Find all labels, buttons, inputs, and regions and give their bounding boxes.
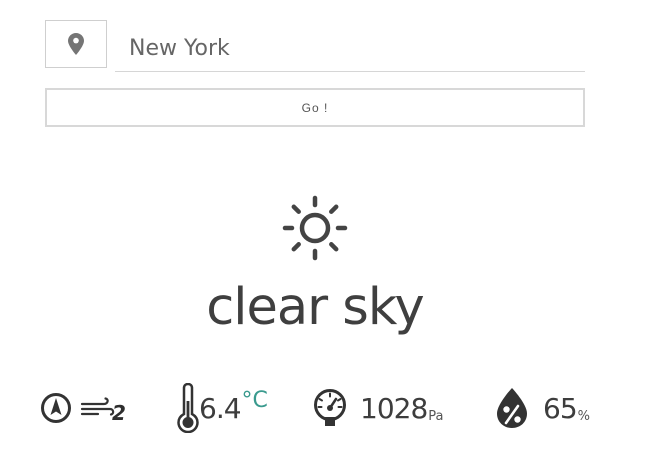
city-search-input[interactable]: [115, 26, 585, 72]
temperature-value: 6.4: [199, 391, 242, 425]
gauge-icon: [314, 389, 346, 426]
temperature-unit: °C: [241, 388, 268, 413]
weather-stats: 2 6.4 °C 1028 Pa 65 %: [0, 380, 650, 436]
pressure-unit: Pa: [428, 409, 444, 424]
humidity-unit: %: [577, 409, 590, 424]
go-button[interactable]: Go !: [45, 88, 585, 127]
pressure-stat: 1028 Pa: [312, 380, 444, 436]
sun-icon: [282, 195, 348, 261]
temperature-stat: 6.4 °C: [177, 380, 268, 436]
weather-condition: clear sky: [206, 278, 425, 337]
location-button[interactable]: [45, 20, 107, 68]
humidity-stat: 65 %: [495, 380, 590, 436]
wind-stat: 2: [40, 380, 126, 436]
humidity-value: 65: [543, 391, 578, 425]
pressure-value: 1028: [360, 391, 428, 425]
search-bar: [45, 20, 585, 72]
wind-speed: 2: [112, 401, 126, 425]
compass-arrow-icon: [41, 393, 71, 423]
map-pin-icon: [68, 33, 84, 55]
wind-icon: [80, 397, 115, 416]
humidity-drop-icon: [497, 388, 527, 428]
thermometer-icon: [177, 383, 199, 433]
